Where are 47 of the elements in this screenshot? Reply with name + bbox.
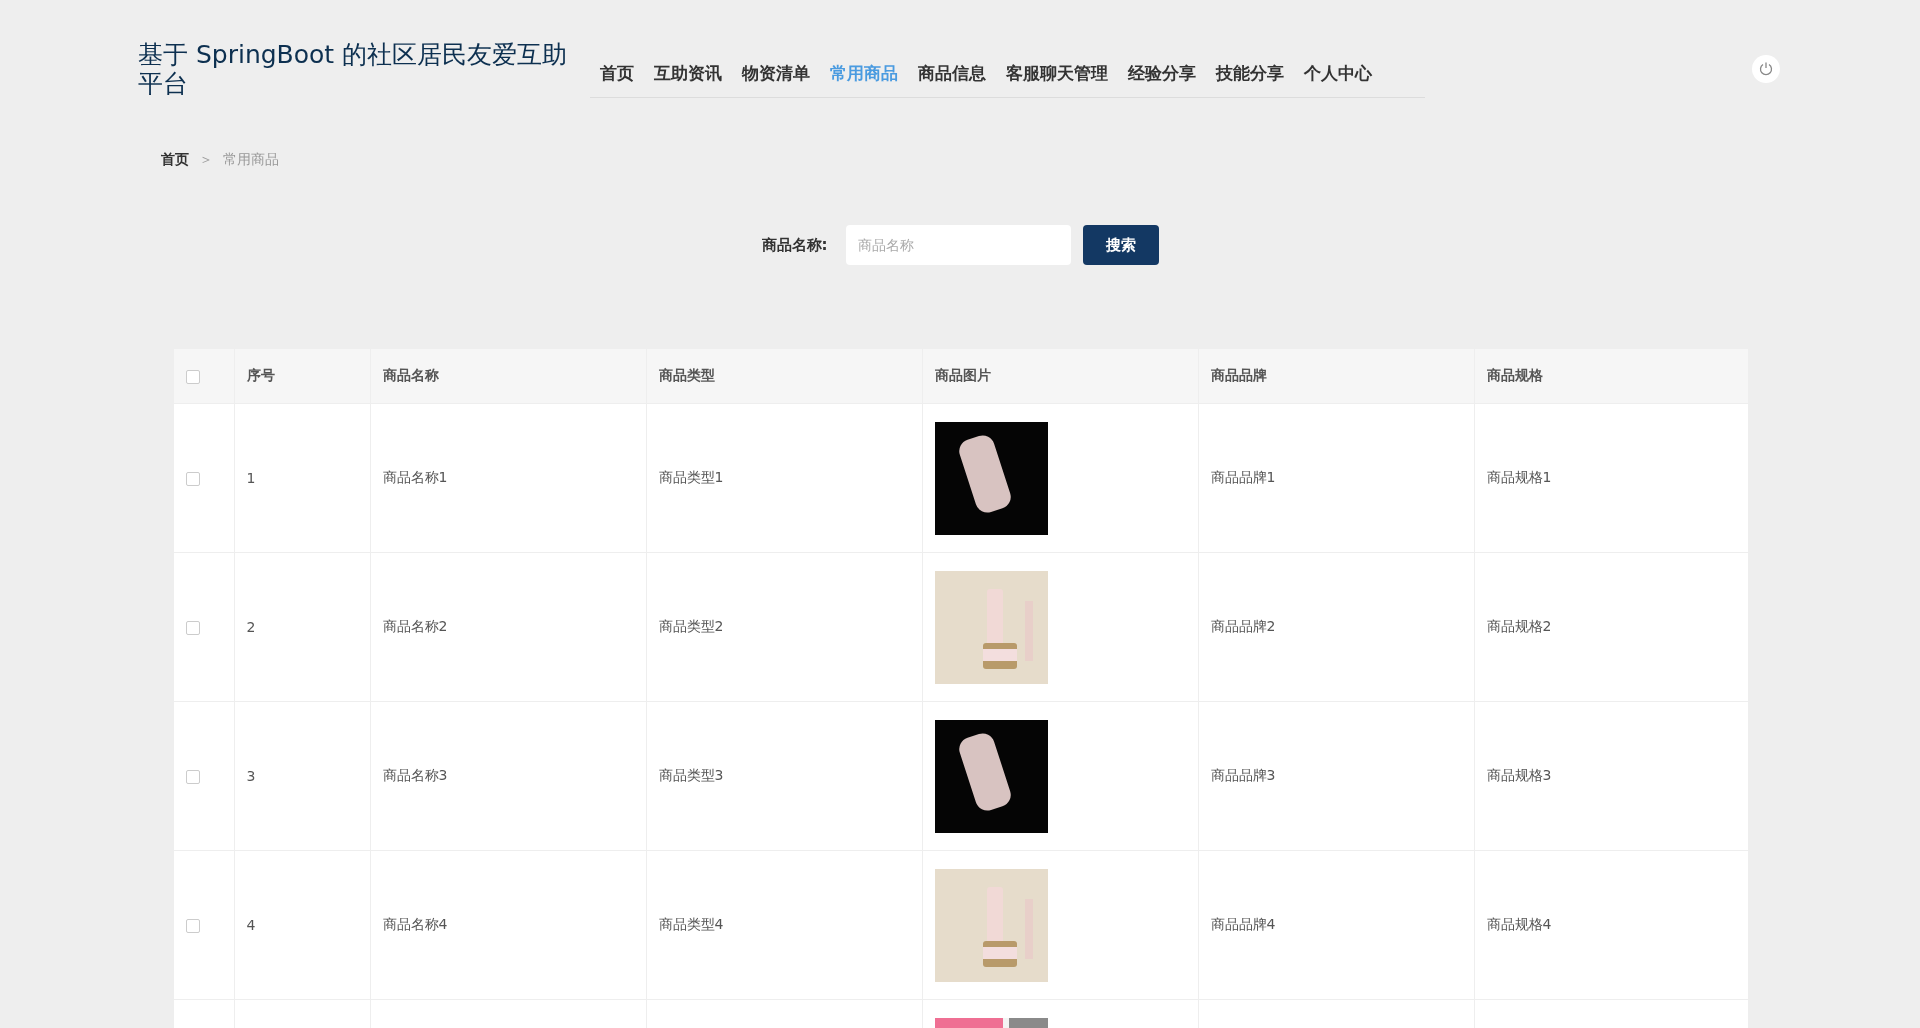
table-cell: 商品品牌4 (1198, 850, 1474, 1000)
checkbox[interactable] (186, 919, 200, 933)
table-cell: 商品名称1 (370, 403, 646, 553)
table-cell: 商品规格4 (1474, 850, 1748, 1000)
checkbox[interactable] (186, 370, 200, 384)
table-cell: 商品规格3 (1474, 701, 1748, 851)
table-cell: 商品名称2 (370, 552, 646, 702)
table-cell: 4 (234, 850, 370, 1000)
power-icon[interactable] (1752, 55, 1780, 83)
table-cell: 商品品牌2 (1198, 552, 1474, 702)
breadcrumb-current: 常用商品 (223, 151, 279, 169)
search-button[interactable]: 搜索 (1082, 225, 1159, 265)
breadcrumb-separator: ＞ (199, 151, 213, 169)
table-cell: 商品品牌1 (1198, 403, 1474, 553)
table-cell: 商品类型1 (646, 403, 922, 553)
nav-link[interactable]: 技能分享 (1206, 58, 1294, 89)
table-cell: 3 (234, 701, 370, 851)
site-title: 基于 SpringBoot 的社区居民友爱互助平台 (138, 40, 568, 98)
checkbox[interactable] (186, 621, 200, 635)
column-header: 序号 (234, 349, 370, 404)
column-header: 商品图片 (922, 349, 1198, 404)
nav-link[interactable]: 客服聊天管理 (996, 58, 1118, 89)
checkbox[interactable] (186, 472, 200, 486)
table-cell: 商品类型3 (646, 701, 922, 851)
table-cell: 商品类型4 (646, 850, 922, 1000)
nav-link[interactable]: 商品信息 (908, 58, 996, 89)
table-cell: 商品类型2 (646, 552, 922, 702)
table-cell: 2 (234, 552, 370, 702)
nav-link[interactable]: 物资清单 (732, 58, 820, 89)
search-label: 商品名称: (761, 235, 828, 255)
table-cell: 商品规格2 (1474, 552, 1748, 702)
nav-link[interactable]: 互助资讯 (644, 58, 732, 89)
nav-link[interactable]: 个人中心 (1294, 58, 1382, 89)
column-header: 商品类型 (646, 349, 922, 404)
nav-link[interactable]: 经验分享 (1118, 58, 1206, 89)
table-cell: 商品规格1 (1474, 403, 1748, 553)
breadcrumb-link[interactable]: 首页 (161, 151, 189, 169)
search-field[interactable]: 商品名称 (845, 225, 1071, 265)
nav-link[interactable]: 首页 (590, 58, 644, 89)
column-header: 商品名称 (370, 349, 646, 404)
table-cell: 商品名称4 (370, 850, 646, 1000)
table-cell: 商品名称3 (370, 701, 646, 851)
column-header: 商品规格 (1474, 349, 1748, 404)
column-header: 商品品牌 (1198, 349, 1474, 404)
checkbox[interactable] (186, 770, 200, 784)
table-cell: 1 (234, 403, 370, 553)
table-cell: 商品品牌3 (1198, 701, 1474, 851)
